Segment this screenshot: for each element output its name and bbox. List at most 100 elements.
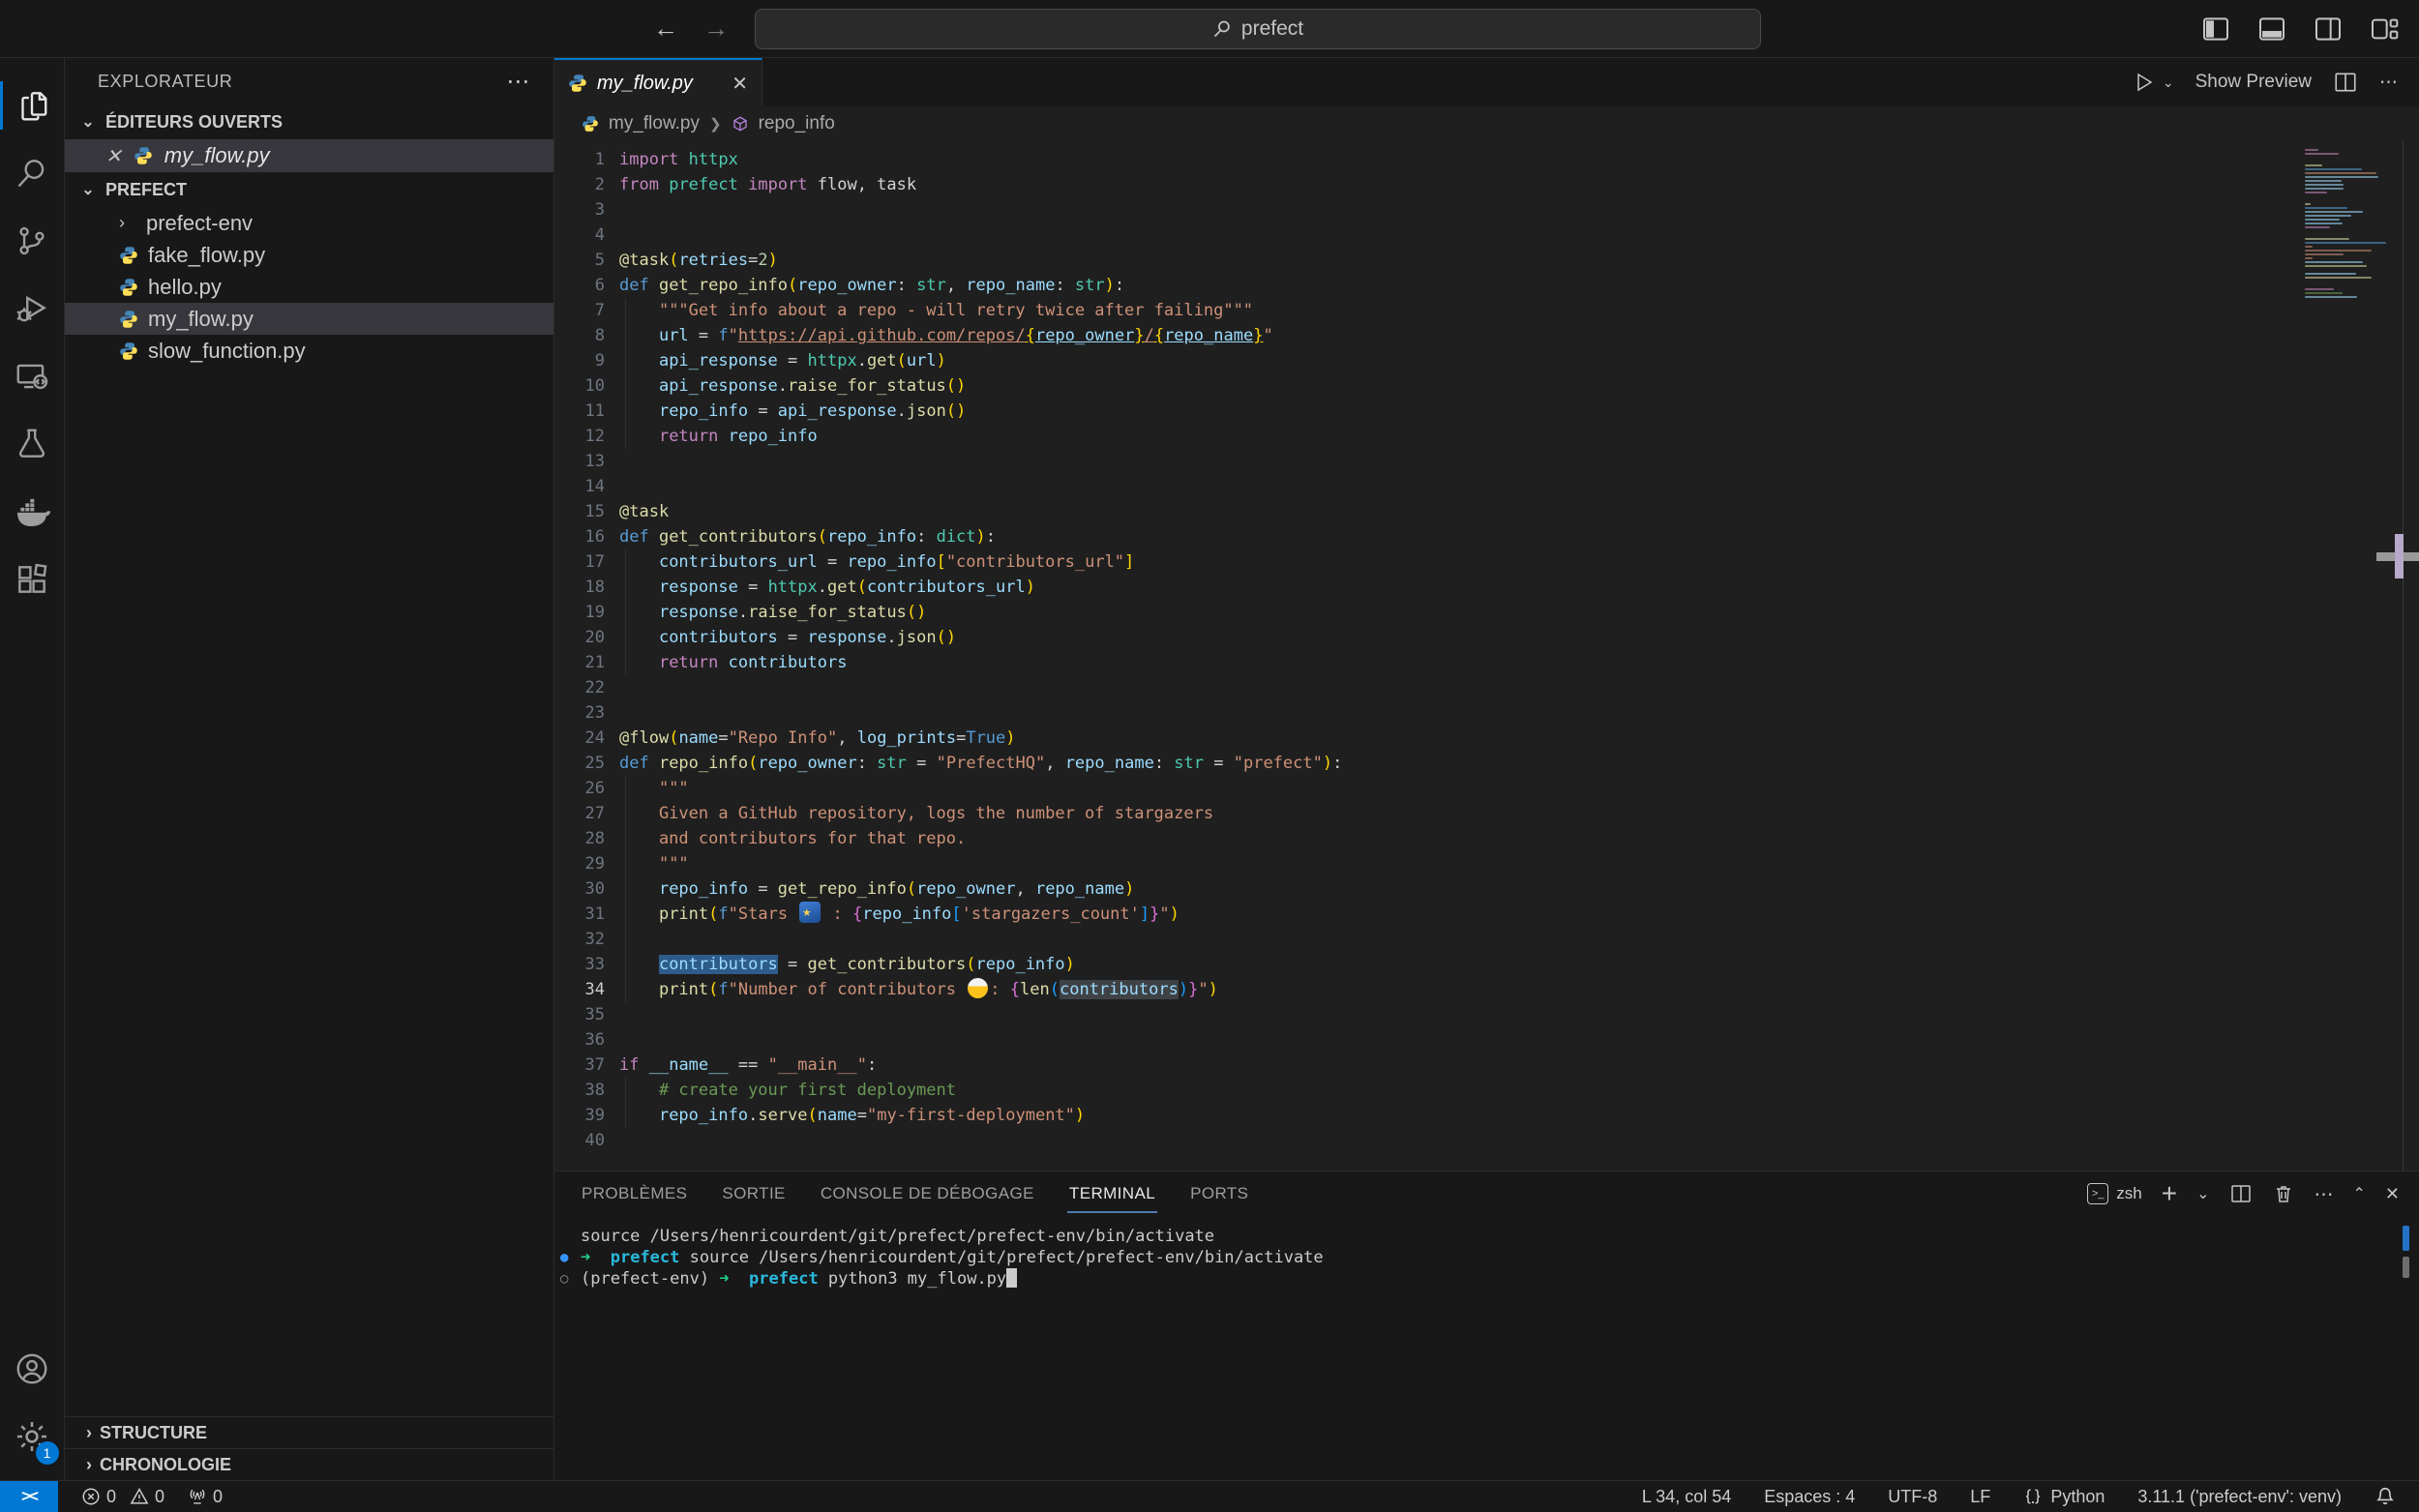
code-line-21[interactable]: 21 return contributors	[554, 650, 2419, 675]
code-line-12[interactable]: 12 return repo_info	[554, 424, 2419, 449]
code-line-14[interactable]: 14	[554, 474, 2419, 499]
source-control-icon[interactable]	[0, 207, 65, 275]
close-panel-icon[interactable]: ✕	[2385, 1184, 2400, 1204]
notifications-bell-icon[interactable]	[2374, 1486, 2396, 1507]
terminal-shell-chip[interactable]: >_ zsh	[2087, 1183, 2141, 1204]
command-decoration-empty[interactable]: ○	[560, 1268, 568, 1290]
remote-indicator[interactable]: ><	[0, 1481, 58, 1512]
open-editor-item[interactable]: ✕ my_flow.py	[65, 139, 553, 172]
editor-more-actions-icon[interactable]: ⋯	[2379, 72, 2398, 94]
command-decoration-filled[interactable]: ●	[560, 1247, 568, 1268]
indentation-status[interactable]: Espaces : 4	[1764, 1487, 1855, 1507]
panel-more-actions-icon[interactable]: ⋯	[2314, 1182, 2334, 1206]
timeline-section[interactable]: › CHRONOLOGIE	[65, 1448, 553, 1480]
customize-layout-icon[interactable]	[2369, 14, 2400, 44]
open-editors-section[interactable]: ⌄ ÉDITEURS OUVERTS	[65, 104, 553, 139]
testing-icon[interactable]	[0, 410, 65, 478]
code-line-17[interactable]: 17 contributors_url = repo_info["contrib…	[554, 549, 2419, 575]
eol-status[interactable]: LF	[1970, 1487, 1990, 1507]
folder-section-header[interactable]: ⌄ PREFECT	[65, 172, 553, 207]
language-mode[interactable]: Python	[2023, 1487, 2105, 1507]
code-line-33[interactable]: 33 contributors = get_contributors(repo_…	[554, 952, 2419, 977]
code-line-37[interactable]: 37if __name__ == "__main__":	[554, 1052, 2419, 1078]
run-and-debug-icon[interactable]	[0, 275, 65, 342]
code-line-20[interactable]: 20 contributors = response.json()	[554, 625, 2419, 650]
code-line-2[interactable]: 2from prefect import flow, task	[554, 172, 2419, 197]
code-line-39[interactable]: 39 repo_info.serve(name="my-first-deploy…	[554, 1103, 2419, 1128]
close-tab-icon[interactable]: ✕	[732, 72, 748, 96]
file-item-my-flow-py[interactable]: my_flow.py	[65, 303, 553, 335]
toggle-secondary-sidebar-icon[interactable]	[2313, 14, 2344, 44]
history-forward-icon[interactable]: →	[703, 14, 729, 44]
show-preview-button[interactable]: Show Preview	[2195, 72, 2312, 93]
close-editor-icon[interactable]: ✕	[105, 144, 122, 168]
code-line-30[interactable]: 30 repo_info = get_repo_info(repo_owner,…	[554, 876, 2419, 902]
code-line-34[interactable]: 34 print(f"Number of contributors : {len…	[554, 977, 2419, 1002]
breadcrumb-file[interactable]: my_flow.py	[609, 113, 700, 134]
settings-gear-icon[interactable]: 1	[0, 1403, 65, 1470]
search-view-icon[interactable]	[0, 139, 65, 207]
explorer-more-actions-icon[interactable]: ⋯	[506, 68, 530, 96]
code-line-13[interactable]: 13	[554, 449, 2419, 474]
panel-tab-terminal[interactable]: TERMINAL	[1067, 1174, 1157, 1213]
code-line-36[interactable]: 36	[554, 1027, 2419, 1052]
code-line-6[interactable]: 6def get_repo_info(repo_owner: str, repo…	[554, 273, 2419, 298]
code-line-38[interactable]: 38 # create your first deployment	[554, 1078, 2419, 1103]
kill-terminal-icon[interactable]	[2272, 1182, 2295, 1205]
code-line-32[interactable]: 32	[554, 927, 2419, 952]
file-item-hello-py[interactable]: hello.py	[65, 271, 553, 303]
terminal-dropdown-icon[interactable]: ⌄	[2196, 1184, 2209, 1203]
code-line-40[interactable]: 40	[554, 1128, 2419, 1153]
file-item-prefect-env[interactable]: ›prefect-env	[65, 207, 553, 239]
cursor-position[interactable]: L 34, col 54	[1642, 1487, 1731, 1507]
code-line-27[interactable]: 27 Given a GitHub repository, logs the n…	[554, 801, 2419, 826]
code-line-9[interactable]: 9 api_response = httpx.get(url)	[554, 348, 2419, 373]
code-line-18[interactable]: 18 response = httpx.get(contributors_url…	[554, 575, 2419, 600]
code-line-8[interactable]: 8 url = f"https://api.github.com/repos/{…	[554, 323, 2419, 348]
command-center-search[interactable]: prefect	[755, 9, 1761, 49]
terminal-content[interactable]: source /Users/henricourdent/git/prefect/…	[554, 1216, 2419, 1480]
code-line-11[interactable]: 11 repo_info = api_response.json()	[554, 399, 2419, 424]
toggle-panel-icon[interactable]	[2256, 14, 2287, 44]
code-line-24[interactable]: 24@flow(name="Repo Info", log_prints=Tru…	[554, 726, 2419, 751]
code-line-7[interactable]: 7 """Get info about a repo - will retry …	[554, 298, 2419, 323]
code-line-22[interactable]: 22	[554, 675, 2419, 700]
code-line-4[interactable]: 4	[554, 222, 2419, 248]
python-interpreter[interactable]: 3.11.1 ('prefect-env': venv)	[2137, 1487, 2342, 1507]
accounts-icon[interactable]	[0, 1335, 65, 1403]
breadcrumb-symbol[interactable]: repo_info	[759, 113, 835, 134]
encoding-status[interactable]: UTF-8	[1888, 1487, 1937, 1507]
file-item-slow-function-py[interactable]: slow_function.py	[65, 335, 553, 367]
extensions-icon[interactable]	[0, 546, 65, 613]
code-line-10[interactable]: 10 api_response.raise_for_status()	[554, 373, 2419, 399]
file-item-fake-flow-py[interactable]: fake_flow.py	[65, 239, 553, 271]
run-python-file-icon[interactable]	[2132, 71, 2155, 94]
toggle-primary-sidebar-icon[interactable]	[2200, 14, 2231, 44]
code-line-25[interactable]: 25def repo_info(repo_owner: str = "Prefe…	[554, 751, 2419, 776]
panel-tab-console-de-d-bogage[interactable]: CONSOLE DE DÉBOGAGE	[819, 1174, 1036, 1213]
code-line-26[interactable]: 26 """	[554, 776, 2419, 801]
panel-tab-sortie[interactable]: SORTIE	[720, 1174, 787, 1213]
remote-explorer-icon[interactable]	[0, 342, 65, 410]
panel-tab-probl-mes[interactable]: PROBLÈMES	[580, 1174, 689, 1213]
code-line-3[interactable]: 3	[554, 197, 2419, 222]
code-line-1[interactable]: 1import httpx	[554, 147, 2419, 172]
ports-status[interactable]: 0	[188, 1487, 223, 1507]
code-line-16[interactable]: 16def get_contributors(repo_info: dict):	[554, 524, 2419, 549]
editor-sash[interactable]	[2403, 141, 2404, 1171]
panel-tab-ports[interactable]: PORTS	[1188, 1174, 1250, 1213]
docker-icon[interactable]	[0, 478, 65, 546]
split-terminal-icon[interactable]	[2229, 1182, 2253, 1205]
code-line-28[interactable]: 28 and contributors for that repo.	[554, 826, 2419, 851]
problems-status[interactable]: 0 0	[81, 1487, 164, 1507]
code-line-19[interactable]: 19 response.raise_for_status()	[554, 600, 2419, 625]
history-back-icon[interactable]: ←	[653, 14, 678, 44]
explorer-icon[interactable]	[0, 72, 65, 139]
new-terminal-icon[interactable]: +	[2162, 1178, 2177, 1209]
split-editor-icon[interactable]	[2333, 70, 2358, 95]
code-line-5[interactable]: 5@task(retries=2)	[554, 248, 2419, 273]
code-line-15[interactable]: 15@task	[554, 499, 2419, 524]
maximize-panel-icon[interactable]: ⌃	[2353, 1184, 2366, 1203]
code-line-23[interactable]: 23	[554, 700, 2419, 726]
code-line-31[interactable]: 31 print(f"Stars : {repo_info['stargazer…	[554, 902, 2419, 927]
